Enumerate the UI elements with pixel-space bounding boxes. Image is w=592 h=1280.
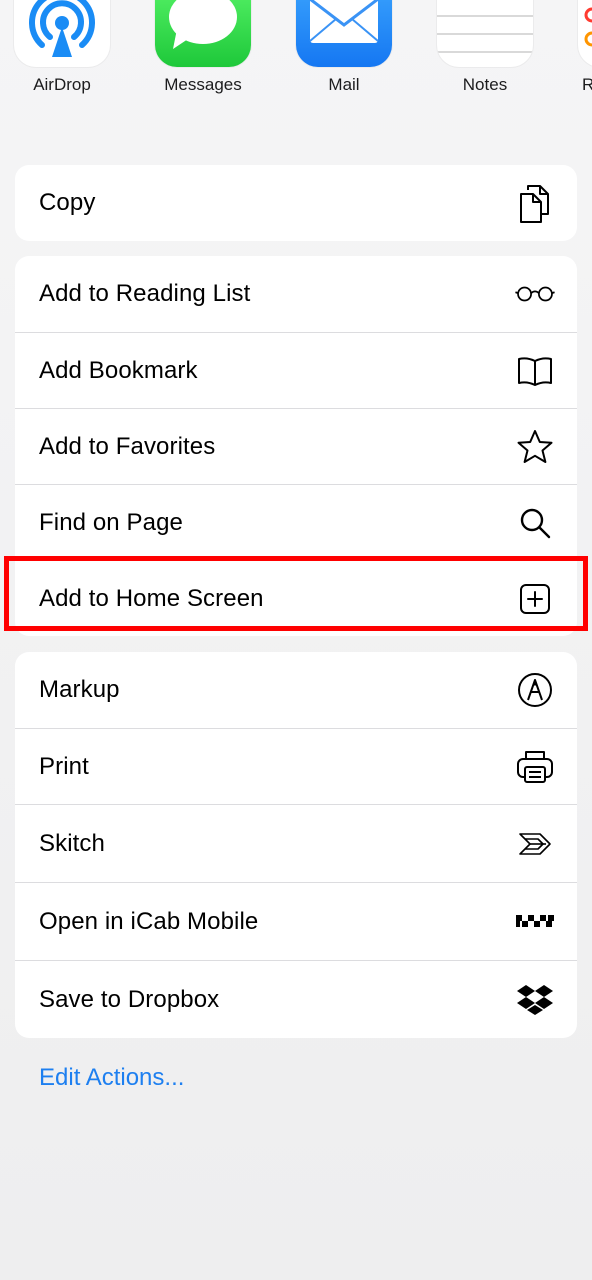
add-bookmark-row[interactable]: Add Bookmark [15,332,577,408]
markup-row[interactable]: Markup [15,652,577,728]
markup-label: Markup [39,676,120,703]
save-to-dropbox-row[interactable]: Save to Dropbox [15,960,577,1038]
edit-actions-link[interactable]: Edit Actions... [39,1064,184,1092]
dropbox-icon [515,980,555,1020]
app-label-reminders: R [582,75,592,94]
skitch-row[interactable]: Skitch [15,804,577,882]
app-airdrop[interactable]: AirDrop [12,0,112,95]
add-to-home-screen-row[interactable]: Add to Home Screen [15,560,577,636]
open-in-icab-mobile-row[interactable]: Open in iCab Mobile [15,882,577,960]
app-notes[interactable]: Notes [435,0,535,95]
markup-icon [515,670,555,710]
find-on-page-label: Find on Page [39,508,183,536]
actions-group: Add to Reading List Add Bookmark Add to … [15,256,577,636]
copy-group: Copy [15,165,577,241]
add-to-favorites-row[interactable]: Add to Favorites [15,408,577,484]
add-to-reading-list-label: Add to Reading List [39,280,251,307]
icab-icon [515,902,555,942]
messages-icon [155,0,251,67]
book-icon [515,351,555,391]
app-label-airdrop: AirDrop [33,75,91,94]
skitch-label: Skitch [39,829,105,857]
print-label: Print [39,752,89,780]
star-icon [515,427,555,467]
print-row[interactable]: Print [15,728,577,804]
printer-icon [515,747,555,787]
find-on-page-row[interactable]: Find on Page [15,484,577,560]
app-label-messages: Messages [164,75,242,94]
open-in-icab-mobile-label: Open in iCab Mobile [39,907,259,935]
add-to-home-screen-label: Add to Home Screen [39,584,264,612]
app-messages[interactable]: Messages [153,0,253,95]
save-to-dropbox-label: Save to Dropbox [39,985,220,1013]
airdrop-icon [14,0,110,67]
share-sheet: AirDrop Messages Mail Notes R Copy Add t… [0,0,592,1280]
app-label-notes: Notes [462,75,508,94]
mail-icon [296,0,392,67]
copy-icon [515,183,555,223]
app-reminders[interactable]: R [576,0,592,95]
plus-square-icon [515,579,555,619]
share-apps-row[interactable]: AirDrop Messages Mail Notes R [0,0,592,130]
reminders-icon [578,0,592,67]
app-mail[interactable]: Mail [294,0,394,95]
skitch-icon [515,824,555,864]
extensions-group: Markup Print Skitch Open in iCab Mobile … [15,652,577,1038]
add-to-favorites-label: Add to Favorites [39,432,216,460]
search-icon [515,503,555,543]
glasses-icon [515,274,555,314]
copy-label: Copy [39,189,96,216]
copy-row[interactable]: Copy [15,165,577,241]
add-bookmark-label: Add Bookmark [39,356,198,384]
app-label-mail: Mail [328,75,360,94]
add-to-reading-list-row[interactable]: Add to Reading List [15,256,577,332]
notes-icon [437,0,533,67]
